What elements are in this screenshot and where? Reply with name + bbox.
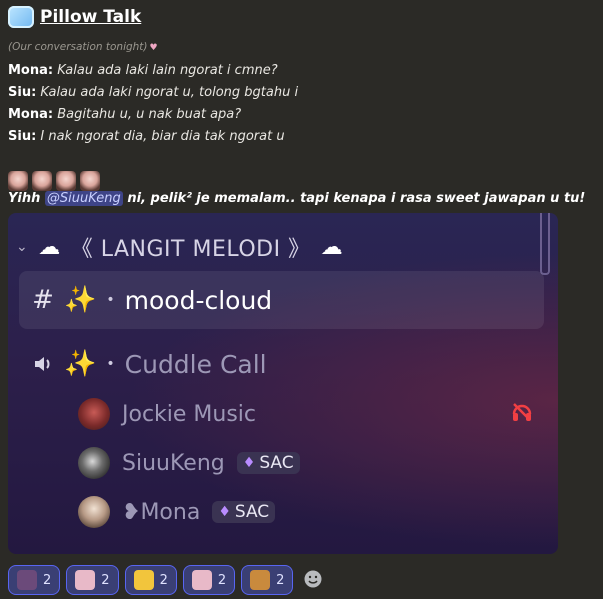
reaction-button[interactable]: 2: [182, 565, 236, 595]
reaction-count: 2: [217, 572, 227, 588]
dialogue-text: Bagitahu u, u nak buat apa?: [57, 107, 242, 122]
voice-member-jockie[interactable]: Jockie Music: [78, 398, 256, 430]
voice-member-siuukeng[interactable]: SiuuKeng ♦ SAC: [78, 447, 300, 479]
channel-name: Cuddle Call: [124, 349, 267, 379]
face-emoji-icon: [32, 171, 52, 191]
face-emoji-icon: [80, 171, 100, 191]
separator-dot: •: [106, 292, 115, 308]
smiley-icon: [304, 570, 322, 588]
reaction-count: 2: [101, 572, 110, 588]
avatar: [78, 496, 110, 528]
reaction-button[interactable]: 2: [124, 565, 177, 595]
reaction-count: 2: [43, 572, 52, 588]
member-name: SiuuKeng: [122, 450, 225, 476]
channel-cuddle-call[interactable]: ✨ • Cuddle Call: [32, 349, 267, 379]
bear-icon: [250, 570, 271, 590]
avatar: [78, 447, 110, 479]
member-name: ❥Mona: [122, 500, 200, 525]
dialogue-text: Kalau ada laki lain ngorat i cmne?: [57, 63, 278, 78]
speaker-name: Mona:: [8, 63, 54, 78]
face-emoji-icon: [56, 171, 76, 191]
add-reaction-button[interactable]: [299, 565, 327, 593]
reaction-button[interactable]: 2: [8, 565, 61, 595]
sparkles-icon: ✨: [64, 285, 97, 315]
reaction-button[interactable]: 2: [66, 565, 119, 595]
comment-prefix: Yihh: [8, 191, 45, 206]
cloud-icon: ☁: [320, 234, 344, 260]
pillow-icon: [8, 6, 34, 28]
voice-member-mona[interactable]: ❥Mona ♦ SAC: [78, 496, 276, 528]
speaker-name: Siu:: [8, 129, 37, 144]
comment-line: Yihh @SiuuKeng ni, pelik² je memalam.. t…: [8, 191, 585, 206]
message-header: Pillow Talk: [8, 6, 141, 28]
speaker-icon: [32, 353, 54, 375]
pikachu-icon: [133, 570, 154, 590]
reaction-bar: 2 2 2 2 2: [8, 565, 327, 595]
speaker-name: Mona:: [8, 107, 54, 122]
dialogue-line: Siu: Kalau ada laki ngorat u, tolong bgt…: [8, 82, 298, 104]
category-name: 《 LANGIT MELODI 》: [70, 237, 311, 262]
emoji-row: [8, 171, 100, 191]
sparkles-icon: ✨: [64, 349, 97, 379]
speaker-name: Siu:: [8, 85, 37, 100]
dialogue-line: Siu: I nak ngorat dia, biar dia tak ngor…: [8, 126, 298, 148]
channel-name: mood-cloud: [124, 285, 273, 315]
member-name-text: Mona: [140, 499, 201, 525]
tag-label: SAC: [234, 502, 270, 522]
server-embed-image: ⌄ ☁ 《 LANGIT MELODI 》 ☁ # ✨ • mood-cloud…: [8, 213, 558, 554]
user-mention[interactable]: @SiuuKeng: [44, 191, 123, 206]
reaction-count: 2: [159, 572, 168, 588]
scrollbar: [540, 213, 550, 275]
flame-icon: ♦: [242, 455, 256, 471]
dialogue-text: Kalau ada laki ngorat u, tolong bgtahu i: [40, 85, 299, 100]
tag-label: SAC: [259, 453, 294, 473]
member-name: Jockie Music: [122, 401, 257, 427]
reaction-count: 2: [276, 572, 285, 588]
face-emoji-icon: [8, 171, 28, 191]
cloud-icon: ☁: [38, 234, 61, 260]
heart-icon: ♥: [149, 43, 158, 53]
flame-icon: ♦: [218, 504, 231, 520]
reaction-button[interactable]: 2: [241, 565, 294, 595]
hashtag-icon: #: [32, 285, 54, 315]
member-prefix: ❥: [122, 499, 141, 525]
dialogue: Mona: Kalau ada laki lain ngorat i cmne?…: [8, 60, 298, 148]
anime-girl-icon: [75, 570, 96, 590]
anime-girl-icon: [191, 570, 212, 590]
dialogue-line: Mona: Kalau ada laki lain ngorat i cmne?: [8, 60, 298, 82]
chevron-down-icon: ⌄: [16, 239, 29, 255]
channel-mood-cloud[interactable]: # ✨ • mood-cloud: [32, 285, 272, 315]
dialogue-line: Mona: Bagitahu u, u nak buat apa?: [8, 104, 298, 126]
subnote-text: (Our conversation tonight): [8, 41, 148, 53]
avatar: [78, 398, 110, 430]
separator-dot: •: [106, 356, 115, 372]
subnote: (Our conversation tonight) ♥: [8, 41, 158, 53]
deafened-headphones-icon: [510, 400, 534, 424]
anime-character-icon: [17, 570, 37, 590]
page-title[interactable]: Pillow Talk: [40, 7, 141, 27]
server-tag-badge: ♦ SAC: [236, 452, 300, 474]
server-tag-badge: ♦ SAC: [212, 501, 276, 523]
dialogue-text: I nak ngorat dia, biar dia tak ngorat u: [40, 129, 285, 144]
category-header[interactable]: ⌄ ☁ 《 LANGIT MELODI 》 ☁: [16, 231, 343, 263]
comment-suffix: ni, pelik² je memalam.. tapi kenapa i ra…: [122, 191, 586, 206]
